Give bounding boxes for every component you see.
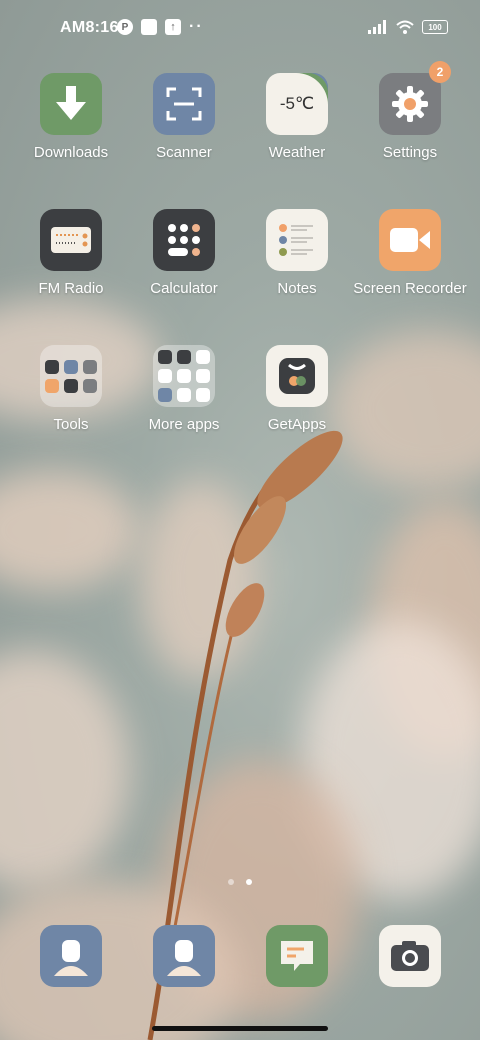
- app-notes[interactable]: Notes: [237, 209, 357, 297]
- app-getapps[interactable]: GetApps: [237, 345, 357, 433]
- upload-icon: ↑: [165, 19, 181, 35]
- app-label: FM Radio: [38, 280, 104, 297]
- contact-icon: [40, 925, 102, 987]
- folder-more-apps[interactable]: More apps: [124, 345, 244, 433]
- app-label: Calculator: [150, 280, 218, 297]
- fm-radio-icon: [40, 209, 102, 271]
- app-label: More apps: [148, 416, 220, 433]
- battery-icon: 100: [422, 20, 448, 34]
- status-time: AM8:16: [60, 19, 119, 36]
- getapps-icon: [266, 345, 328, 407]
- more-notifications-icon: ··: [189, 18, 204, 35]
- more-apps-folder-icon: [153, 345, 215, 407]
- app-label: Notes: [277, 280, 317, 297]
- page-dot-active[interactable]: [246, 879, 252, 885]
- app-settings[interactable]: 2 Settings: [350, 61, 470, 161]
- app-label: Screen Recorder: [353, 280, 467, 297]
- notes-icon: [266, 209, 328, 271]
- screen-recorder-icon: [379, 209, 441, 271]
- page-dot[interactable]: [228, 879, 234, 885]
- notification-icon: P: [117, 19, 133, 35]
- dock-contacts[interactable]: [11, 925, 131, 987]
- app-weather[interactable]: -5℃ Weather: [237, 73, 357, 161]
- app-calculator[interactable]: Calculator: [124, 209, 244, 297]
- notification-badge: 2: [429, 61, 451, 83]
- app-label: GetApps: [267, 416, 327, 433]
- camera-icon: [379, 925, 441, 987]
- app-label: Tools: [53, 416, 89, 433]
- app-downloads[interactable]: Downloads: [11, 73, 131, 161]
- app-label: Weather: [268, 144, 326, 161]
- app-scanner[interactable]: Scanner: [124, 73, 244, 161]
- app-fm-radio[interactable]: FM Radio: [11, 209, 131, 297]
- dock-contacts-2[interactable]: [124, 925, 244, 987]
- weather-temp: -5℃: [279, 94, 315, 113]
- app-label: Downloads: [33, 144, 109, 161]
- wifi-icon: [396, 20, 414, 34]
- folder-tools[interactable]: Tools: [11, 345, 131, 433]
- messages-icon: [266, 925, 328, 987]
- app-screen-recorder[interactable]: Screen Recorder: [350, 209, 470, 297]
- contact-icon: [153, 925, 215, 987]
- signal-icon: [368, 20, 386, 34]
- square-icon: [141, 19, 157, 35]
- scanner-icon: [153, 73, 215, 135]
- page-indicator: [228, 879, 252, 885]
- status-bar: AM8:16 P ↑ ·· 100: [0, 0, 480, 56]
- dock-camera[interactable]: [350, 925, 470, 987]
- app-label: Scanner: [156, 144, 212, 161]
- weather-icon: -5℃: [266, 73, 328, 135]
- settings-icon: 2: [379, 61, 451, 135]
- app-label: Settings: [382, 144, 438, 161]
- downloads-icon: [40, 73, 102, 135]
- home-indicator[interactable]: [152, 1026, 328, 1031]
- dock-messages[interactable]: [237, 925, 357, 987]
- calculator-icon: [153, 209, 215, 271]
- tools-folder-icon: [40, 345, 102, 407]
